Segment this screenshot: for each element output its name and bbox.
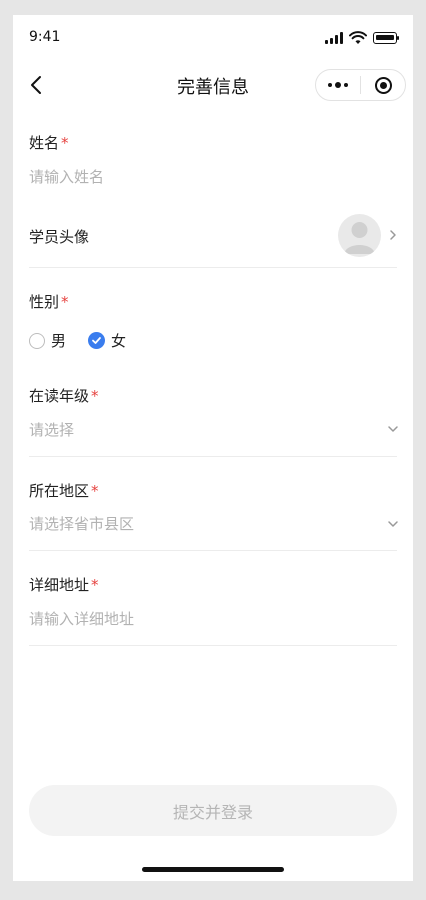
required-mark: * bbox=[91, 576, 99, 594]
signal-icon bbox=[325, 32, 343, 44]
grade-label: 在读年级 * bbox=[29, 387, 99, 405]
region-select[interactable]: 请选择省市县区 bbox=[29, 513, 134, 534]
divider bbox=[29, 456, 397, 457]
radio-checked-icon bbox=[88, 332, 105, 349]
required-mark: * bbox=[91, 482, 99, 500]
chevron-right-icon bbox=[390, 230, 396, 240]
battery-icon bbox=[373, 32, 399, 44]
chevron-down-icon bbox=[388, 426, 398, 432]
name-label: 姓名 * bbox=[29, 134, 69, 152]
wifi-icon bbox=[349, 31, 367, 44]
more-icon[interactable] bbox=[316, 82, 360, 88]
system-icons bbox=[325, 31, 399, 45]
gender-option-male[interactable]: 男 bbox=[29, 330, 66, 351]
submit-login-button[interactable]: 提交并登录 bbox=[29, 785, 397, 836]
close-target-icon[interactable] bbox=[361, 76, 405, 94]
divider bbox=[29, 267, 397, 268]
address-label: 详细地址 * bbox=[29, 576, 99, 594]
navigation-bar: 完善信息 bbox=[13, 63, 413, 107]
radio-unchecked-icon bbox=[29, 332, 45, 349]
phone-screen: 9:41 完善信息 姓名 * 请输入姓名 学员头像 性别 * 男 女 在读年级 … bbox=[13, 15, 413, 881]
grade-select[interactable]: 请选择 bbox=[29, 419, 74, 440]
status-time: 9:41 bbox=[29, 29, 61, 45]
required-mark: * bbox=[61, 293, 69, 311]
required-mark: * bbox=[91, 387, 99, 405]
status-bar: 9:41 bbox=[13, 15, 413, 59]
avatar[interactable] bbox=[338, 214, 381, 257]
chevron-down-icon bbox=[388, 521, 398, 527]
address-input[interactable]: 请输入详细地址 bbox=[29, 608, 134, 629]
default-avatar-icon bbox=[344, 222, 375, 254]
miniprogram-capsule bbox=[315, 69, 406, 101]
home-indicator bbox=[142, 867, 284, 872]
required-mark: * bbox=[61, 134, 69, 152]
gender-option-female[interactable]: 女 bbox=[88, 330, 126, 351]
region-label: 所在地区 * bbox=[29, 482, 99, 500]
name-input[interactable]: 请输入姓名 bbox=[29, 166, 104, 187]
gender-label: 性别 * bbox=[29, 293, 69, 311]
divider bbox=[29, 645, 397, 646]
avatar-label: 学员头像 bbox=[29, 228, 90, 246]
divider bbox=[29, 550, 397, 551]
